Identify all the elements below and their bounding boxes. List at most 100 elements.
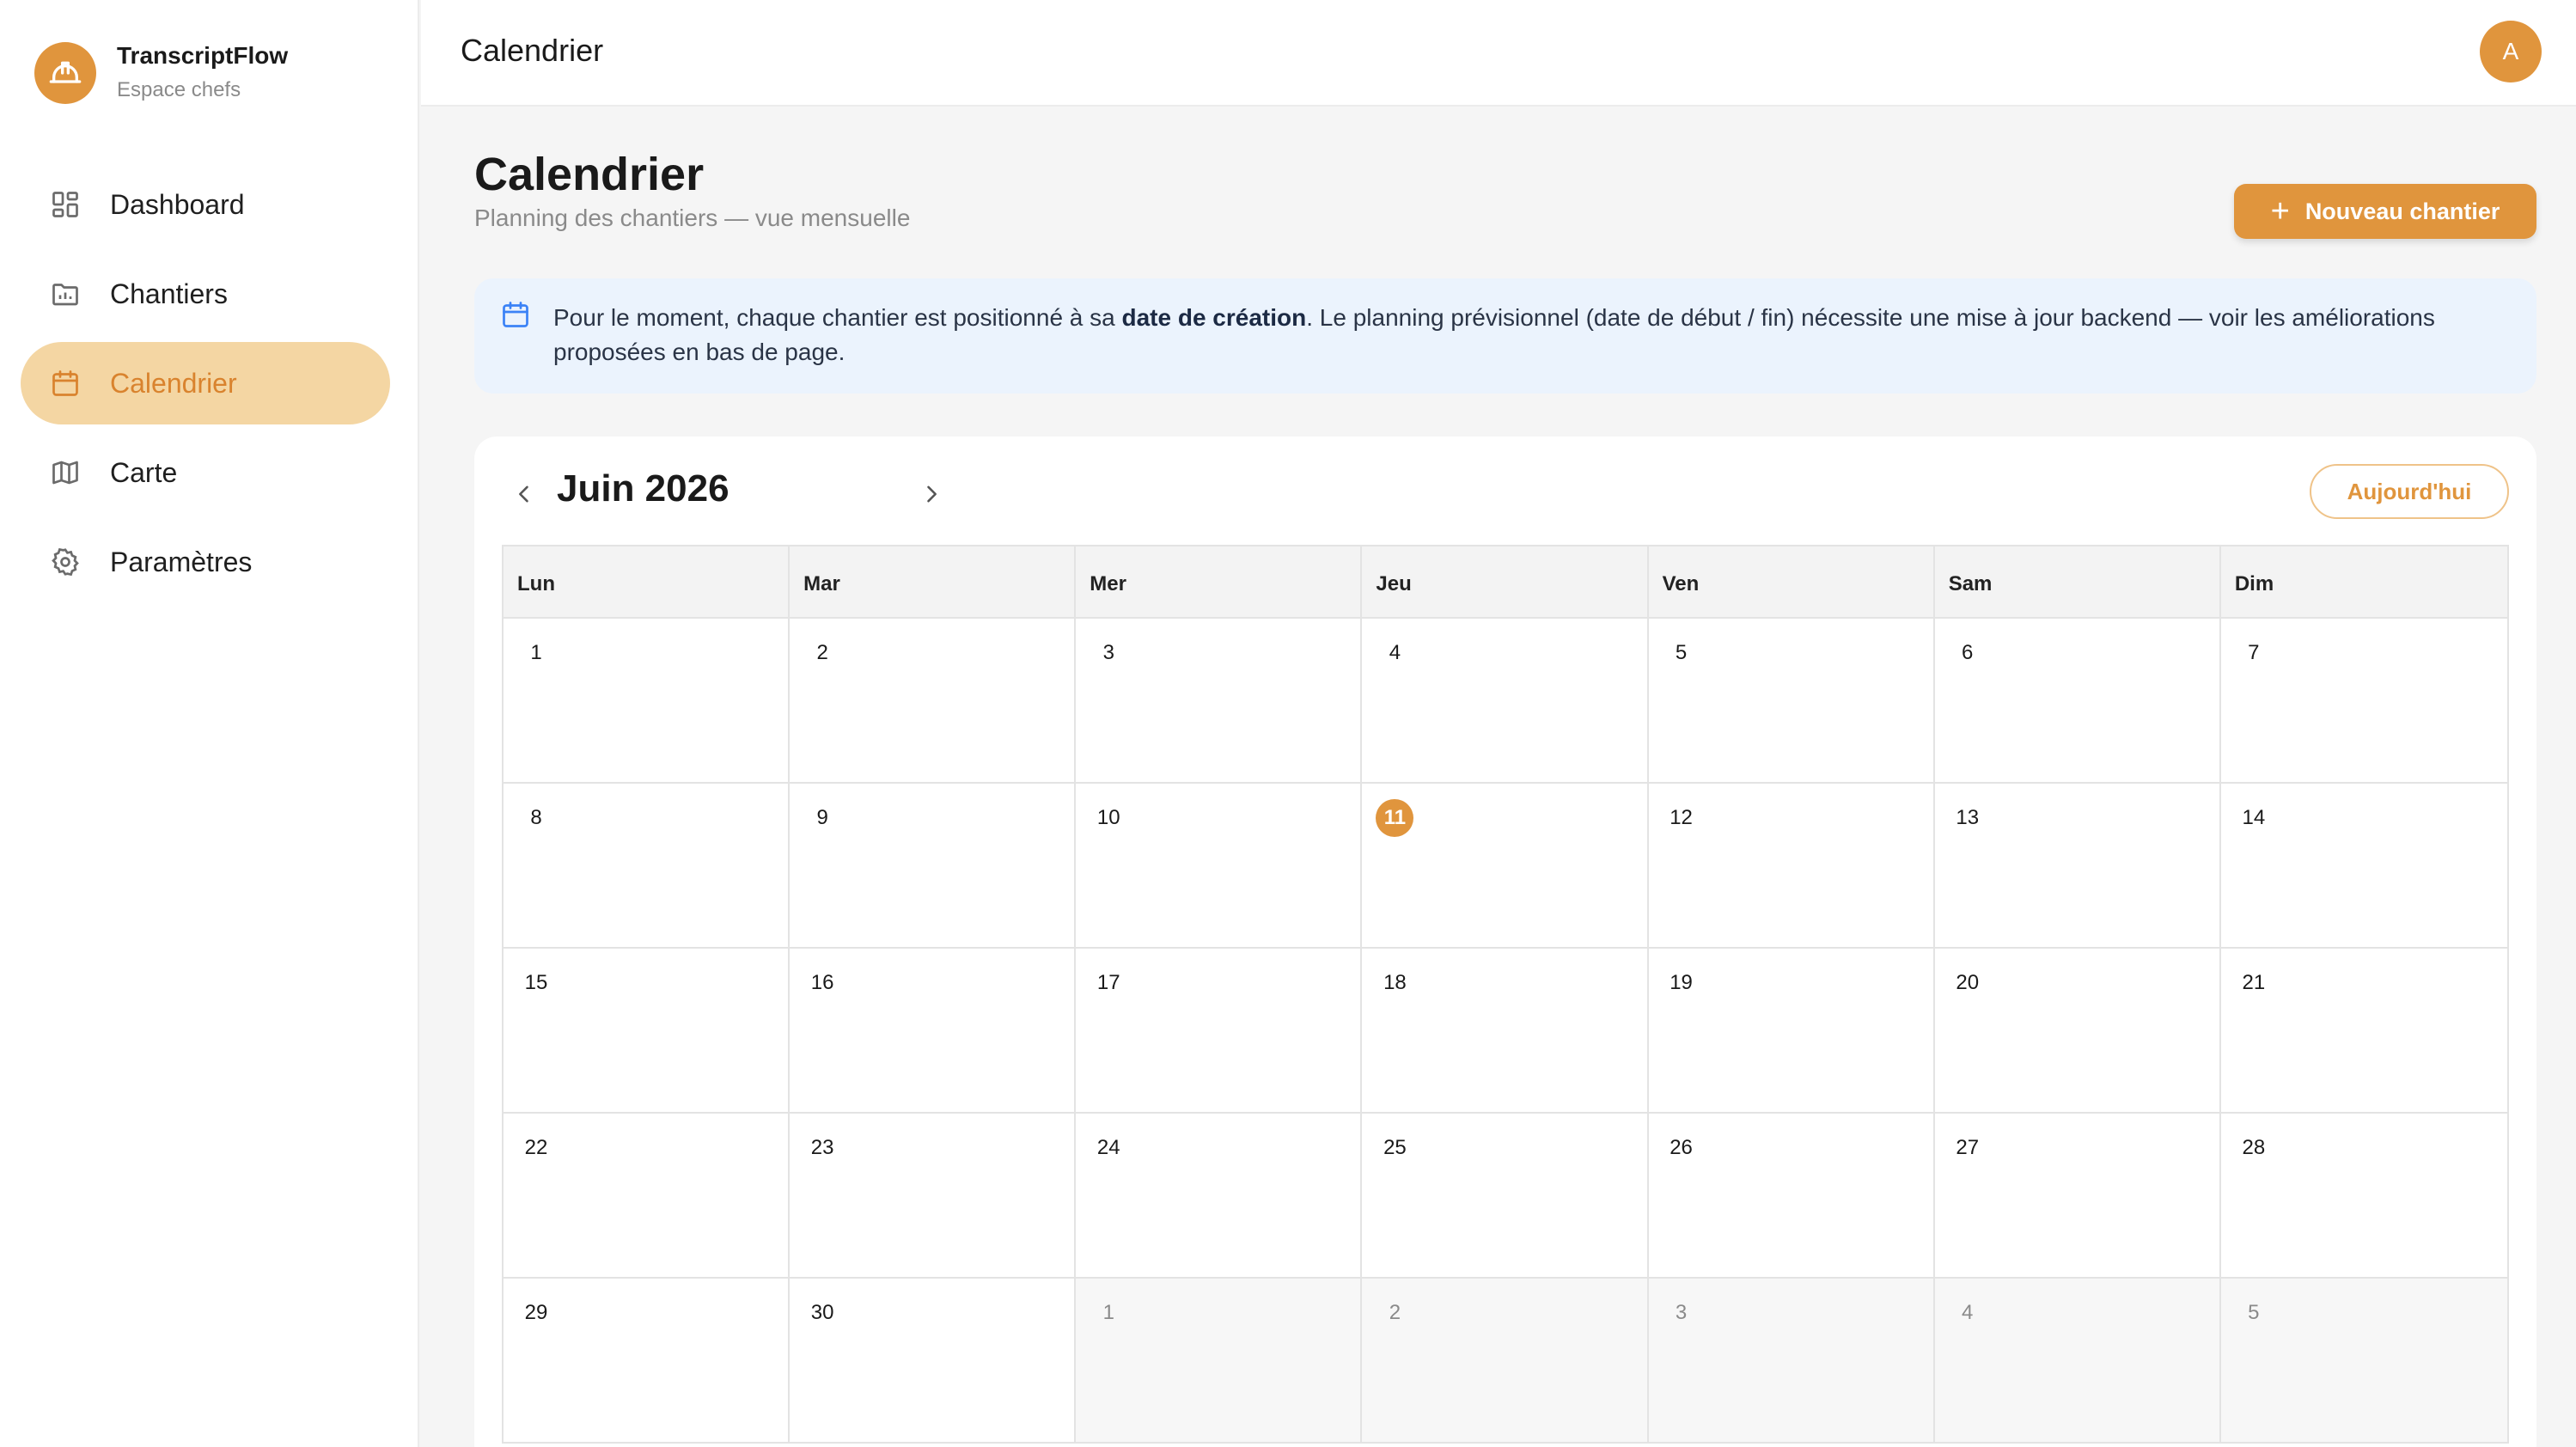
topbar: Calendrier A: [421, 0, 2576, 107]
day-number: 16: [810, 971, 834, 994]
calendar-day[interactable]: 24: [1076, 1112, 1363, 1277]
weekday-label: Mar: [790, 546, 1077, 622]
today-button[interactable]: Aujourd'hui: [2310, 464, 2509, 519]
calendar-day-today[interactable]: 11: [1362, 782, 1649, 947]
calendar-day[interactable]: 25: [1362, 1112, 1649, 1277]
sidebar-item-parametres[interactable]: Paramètres: [21, 521, 390, 603]
brand-subtitle: Espace chefs: [117, 78, 241, 101]
calendar-day[interactable]: 26: [1648, 1112, 1935, 1277]
calendar-day[interactable]: 1: [1076, 1277, 1363, 1442]
chevron-left-icon[interactable]: [512, 478, 536, 514]
calendar-day[interactable]: 22: [504, 1112, 791, 1277]
calendar-day[interactable]: 21: [2220, 947, 2507, 1112]
calendar-icon: [48, 366, 82, 400]
page-title: Calendrier: [474, 149, 705, 200]
calendar-day[interactable]: 19: [1648, 947, 1935, 1112]
calendar-day[interactable]: 15: [504, 947, 791, 1112]
day-number: 25: [1383, 1136, 1407, 1159]
day-number: 12: [1670, 806, 1693, 829]
day-number: 5: [1675, 641, 1688, 664]
day-number: 29: [524, 1301, 548, 1324]
calendar-day[interactable]: 17: [1076, 947, 1363, 1112]
calendar-day[interactable]: 3: [1076, 617, 1363, 782]
calendar-day[interactable]: 30: [790, 1277, 1077, 1442]
sidebar-item-carte[interactable]: Carte: [21, 431, 390, 514]
calendar-day[interactable]: 14: [2220, 782, 2507, 947]
calendar-day[interactable]: 4: [1362, 617, 1649, 782]
weekday-label: Jeu: [1362, 546, 1649, 622]
calendar-day[interactable]: 1: [504, 617, 791, 782]
plus-icon: +: [2270, 193, 2290, 229]
day-number: 27: [1956, 1136, 1980, 1159]
calendar-card: Juin 2026 Aujourd'hui Lun Mar Mer Jeu Ven Sam…: [474, 437, 2536, 1447]
calendar-day[interactable]: 7: [2220, 617, 2507, 782]
day-number: 17: [1096, 971, 1120, 994]
day-number: 28: [2242, 1136, 2266, 1159]
calendar-day[interactable]: 12: [1648, 782, 1935, 947]
day-number: 30: [810, 1301, 834, 1324]
day-number: 11: [1376, 799, 1414, 837]
calendar-day[interactable]: 27: [1934, 1112, 2221, 1277]
sidebar-item-chantiers[interactable]: Chantiers: [21, 253, 390, 335]
day-number: 23: [810, 1136, 834, 1159]
calendar-day[interactable]: 23: [790, 1112, 1077, 1277]
calendar-day[interactable]: 5: [1648, 617, 1935, 782]
hard-hat-icon: [34, 42, 96, 104]
day-number: 5: [2248, 1301, 2260, 1324]
gear-icon: [48, 545, 82, 579]
weekday-label: Mer: [1076, 546, 1363, 622]
grid-icon: [48, 187, 82, 222]
weekday-header: Lun Mar Mer Jeu Ven Sam Dim: [504, 546, 2507, 622]
calendar-day[interactable]: 29: [504, 1277, 791, 1442]
weekday-label: Sam: [1935, 546, 2221, 622]
sidebar-item-label: Calendrier: [110, 367, 237, 399]
calendar-day[interactable]: 28: [2220, 1112, 2507, 1277]
info-notice: Pour le moment, chaque chantier est posi…: [474, 278, 2536, 394]
day-number: 24: [1096, 1136, 1120, 1159]
page-subtitle: Planning des chantiers — vue mensuelle: [474, 205, 911, 231]
calendar-day[interactable]: 13: [1934, 782, 2221, 947]
day-number: 14: [2242, 806, 2266, 829]
calendar-day[interactable]: 6: [1934, 617, 2221, 782]
day-number: 3: [1102, 641, 1114, 664]
main-content: Calendrier Planning des chantiers — vue …: [421, 108, 2576, 1447]
sidebar-nav: Dashboard Chantiers Calendrier Carte Par…: [21, 163, 390, 610]
sidebar-item-dashboard[interactable]: Dashboard: [21, 163, 390, 246]
brand-name: TranscriptFlow: [117, 42, 289, 69]
day-number: 13: [1956, 806, 1980, 829]
brand[interactable]: TranscriptFlow Espace chefs: [34, 41, 288, 105]
notice-text: Pour le moment, chaque chantier est posi…: [553, 301, 2504, 369]
day-number: 19: [1670, 971, 1693, 994]
calendar-days: 1 2 3 4 5 6 7 8 9 10 11 12 13 14 15 16 17 18 19 20 21 22 23 24 2…: [504, 617, 2507, 1442]
calendar-day[interactable]: 5: [2220, 1277, 2507, 1442]
chevron-right-icon[interactable]: [919, 478, 943, 514]
day-number: 20: [1956, 971, 1980, 994]
new-chantier-button[interactable]: + Nouveau chantier: [2234, 184, 2536, 239]
day-number: 10: [1096, 806, 1120, 829]
calendar-day[interactable]: 3: [1648, 1277, 1935, 1442]
day-number: 2: [816, 641, 828, 664]
calendar-day[interactable]: 20: [1934, 947, 2221, 1112]
calendar-day[interactable]: 16: [790, 947, 1077, 1112]
notice-text-bold: date de création: [1121, 304, 1307, 331]
calendar-day[interactable]: 2: [1362, 1277, 1649, 1442]
calendar-day[interactable]: 8: [504, 782, 791, 947]
sidebar: TranscriptFlow Espace chefs Dashboard Ch…: [0, 0, 419, 1447]
calendar-day[interactable]: 18: [1362, 947, 1649, 1112]
calendar-month-label: Juin 2026: [557, 467, 729, 510]
map-icon: [48, 455, 82, 490]
calendar-day[interactable]: 4: [1934, 1277, 2221, 1442]
sidebar-item-calendrier[interactable]: Calendrier: [21, 342, 390, 424]
calendar-day[interactable]: 2: [790, 617, 1077, 782]
day-number: 15: [524, 971, 548, 994]
day-number: 18: [1383, 971, 1407, 994]
day-number: 26: [1670, 1136, 1693, 1159]
calendar-day[interactable]: 10: [1076, 782, 1363, 947]
calendar-grid: Lun Mar Mer Jeu Ven Sam Dim 1 2 3 4 5 6 7 8 9 10 11 12 13 1…: [502, 545, 2509, 1444]
day-number: 21: [2242, 971, 2266, 994]
calendar-day[interactable]: 9: [790, 782, 1077, 947]
avatar[interactable]: A: [2480, 21, 2542, 82]
calendar-icon: [500, 299, 531, 334]
day-number: 4: [1389, 641, 1401, 664]
topbar-title: Calendrier: [461, 33, 604, 68]
